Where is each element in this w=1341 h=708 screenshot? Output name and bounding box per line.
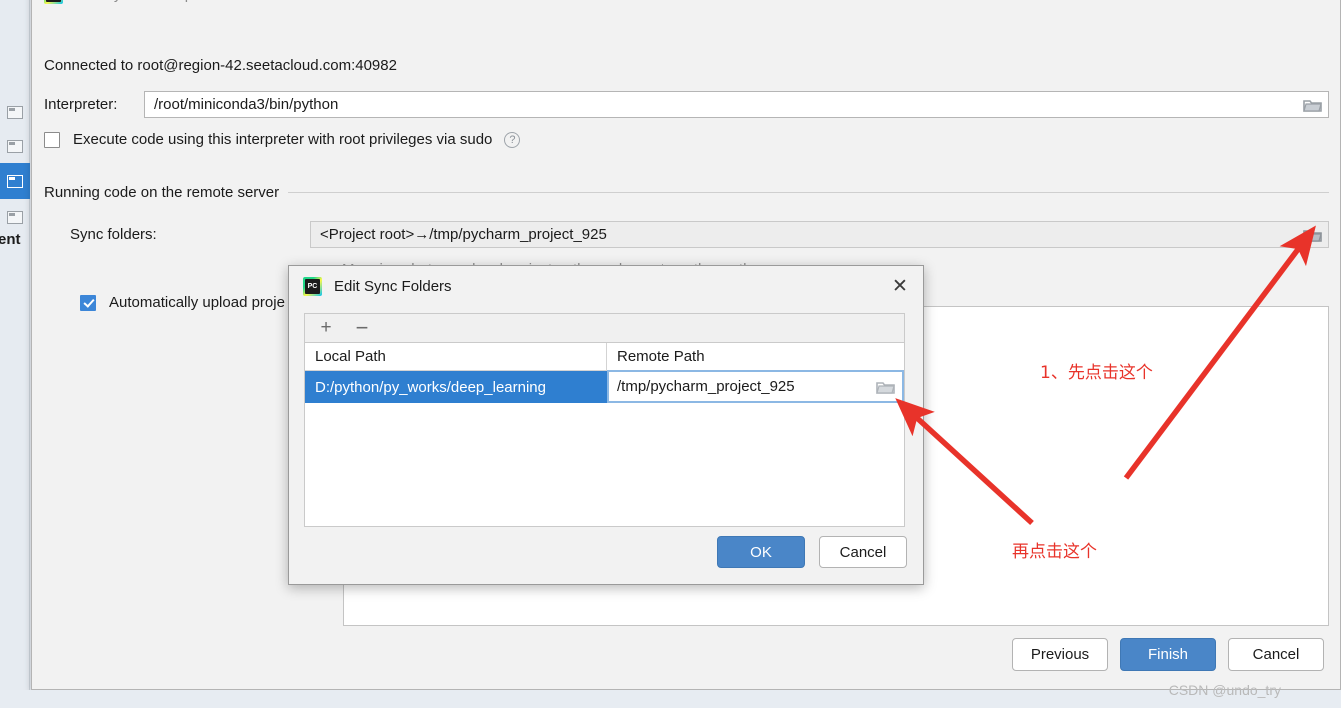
question-mark-icon[interactable]: ?: [504, 131, 521, 148]
cancel-button[interactable]: Cancel: [1228, 638, 1324, 671]
sync-folders-table: Local Path Remote Path D:/python/py_work…: [304, 342, 905, 527]
sync-folders-label: Sync folders:: [70, 226, 157, 243]
sync-folders-row: Sync folders: <Project root>→/tmp/pychar…: [70, 221, 1329, 248]
remote-server-group-title: Running code on the remote server: [44, 184, 280, 201]
cell-remote-path-value: /tmp/pycharm_project_925: [617, 378, 795, 395]
interpreter-value: /root/miniconda3/bin/python: [154, 96, 339, 113]
ok-button[interactable]: OK: [717, 536, 805, 568]
close-icon[interactable]: ✕: [887, 273, 913, 299]
ide-tool-window-bar: ent: [0, 0, 30, 708]
folder-icon[interactable]: [1302, 96, 1324, 114]
add-row-button[interactable]: +: [315, 317, 337, 339]
auto-upload-checkbox[interactable]: [80, 294, 96, 311]
ide-partial-label: ent: [0, 231, 21, 248]
modal-toolbar: + −: [304, 313, 905, 342]
table-row[interactable]: D:/python/py_works/deep_learning /tmp/py…: [305, 370, 904, 403]
tool-window-icon[interactable]: [7, 140, 23, 153]
remote-server-group-header: Running code on the remote server: [44, 184, 1329, 201]
group-divider: [288, 192, 1329, 193]
tool-window-icon-selected[interactable]: [7, 175, 23, 188]
connection-status-text: Connected to root@region-42.seetacloud.c…: [44, 57, 397, 74]
wizard-title-text: Add Python Interpreter: [73, 0, 224, 3]
sudo-row: Execute code using this interpreter with…: [44, 131, 521, 148]
remove-row-button[interactable]: −: [351, 317, 373, 339]
cell-local-path[interactable]: D:/python/py_works/deep_learning: [305, 371, 607, 403]
annotation-step-1: 1、先点击这个: [1040, 363, 1153, 383]
pycharm-logo-icon: PC: [303, 276, 322, 296]
edit-sync-folders-dialog: PC Edit Sync Folders ✕ + − Local Path Re…: [288, 265, 924, 585]
modal-title-text: Edit Sync Folders: [334, 277, 452, 295]
folder-icon[interactable]: [1302, 226, 1324, 244]
column-header-remote-path[interactable]: Remote Path: [607, 343, 904, 370]
sync-folders-value: <Project root>→/tmp/pycharm_project_925: [320, 226, 607, 243]
wizard-title-bar: PC Add Python Interpreter: [32, 0, 1340, 9]
modal-footer: OK Cancel: [717, 536, 907, 568]
finish-button[interactable]: Finish: [1120, 638, 1216, 671]
folder-icon[interactable]: [875, 378, 897, 396]
column-header-local-path[interactable]: Local Path: [305, 343, 607, 370]
pycharm-logo-icon: PC: [44, 0, 63, 4]
previous-button[interactable]: Previous: [1012, 638, 1108, 671]
cell-remote-path[interactable]: /tmp/pycharm_project_925: [607, 370, 904, 403]
screenshot-root: ent PC Add Python Interpreter Connected …: [0, 0, 1341, 708]
interpreter-input[interactable]: /root/miniconda3/bin/python: [144, 91, 1329, 118]
sync-folders-input[interactable]: <Project root>→/tmp/pycharm_project_925: [310, 221, 1329, 248]
modal-title-bar: PC Edit Sync Folders ✕: [289, 266, 923, 306]
interpreter-label: Interpreter:: [44, 96, 118, 113]
annotation-step-2: 再点击这个: [1012, 542, 1097, 562]
auto-upload-row: Automatically upload proje: [80, 294, 285, 311]
sudo-checkbox[interactable]: [44, 131, 60, 148]
tool-window-icon[interactable]: [7, 106, 23, 119]
sudo-checkbox-label: Execute code using this interpreter with…: [73, 131, 493, 148]
auto-upload-label: Automatically upload proje: [109, 294, 285, 311]
interpreter-row: Interpreter: /root/miniconda3/bin/python: [44, 91, 1329, 118]
wizard-footer: Previous Finish Cancel: [1012, 638, 1324, 671]
table-header-row: Local Path Remote Path: [305, 343, 904, 371]
ide-bottom-strip: [0, 690, 1341, 708]
tool-window-icon[interactable]: [7, 211, 23, 224]
modal-cancel-button[interactable]: Cancel: [819, 536, 907, 568]
watermark: CSDN @undo_try: [1168, 682, 1281, 698]
